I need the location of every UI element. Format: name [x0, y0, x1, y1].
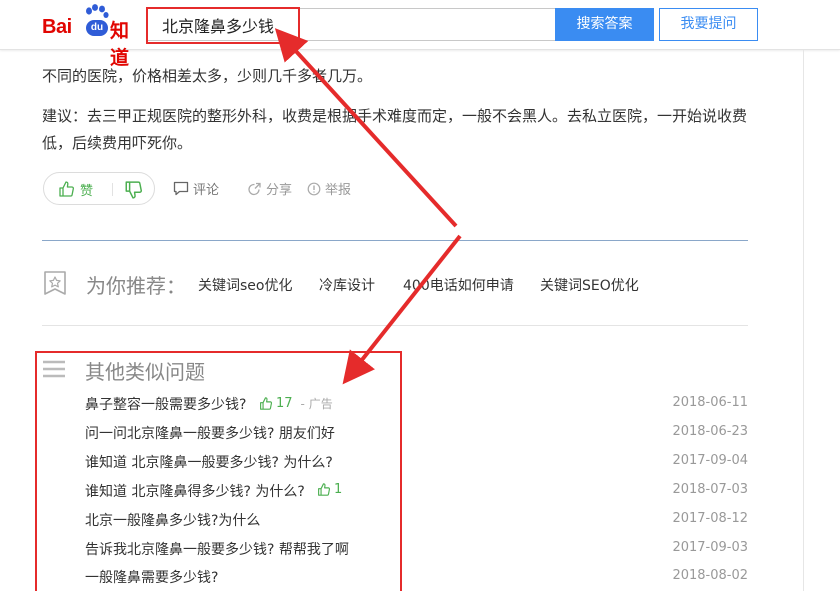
right-column-rule: [803, 50, 804, 591]
share-label: 分享: [266, 183, 293, 198]
question-date: 2018-06-11: [672, 395, 748, 410]
comment-icon: [173, 181, 189, 196]
question-date: 2018-07-03: [672, 482, 748, 497]
question-date: 2017-09-04: [672, 453, 748, 468]
report-label: 举报: [325, 183, 352, 198]
top-header: Bai du 知道 搜索答案 我要提问: [0, 0, 840, 69]
recommend-title: 为你推荐：: [86, 274, 186, 298]
ask-question-button[interactable]: 我要提问: [659, 8, 758, 41]
question-date: 2018-08-02: [672, 568, 748, 583]
logo-zhidao-text: 知道: [110, 20, 130, 69]
answer-paragraph-1: 不同的医院，价格相差太多，少则几千多者几万。: [42, 67, 373, 85]
recommend-link[interactable]: 关键词SEO优化: [540, 275, 639, 295]
recommend-link[interactable]: 关键词seo优化: [198, 275, 292, 295]
question-date: 2017-08-12: [672, 511, 748, 526]
thumbs-up-icon: [59, 181, 74, 197]
vote-pill: 赞: [43, 172, 155, 205]
report-button[interactable]: 举报: [307, 179, 351, 198]
like-label: 赞: [80, 183, 94, 199]
recommend-link[interactable]: 400电话如何申请: [403, 275, 514, 295]
share-icon: [248, 182, 261, 195]
search-answers-button[interactable]: 搜索答案: [555, 8, 654, 41]
answer-paragraph-2: 建议：去三甲正规医院的整形外科，收费是根据手术难度而定，一般不会黑人。去私立医院…: [42, 107, 748, 152]
similar-questions-annotation-box: [35, 351, 402, 591]
section-divider: [42, 240, 748, 241]
logo-bai-text: Bai: [42, 16, 72, 38]
share-button[interactable]: 分享: [248, 179, 292, 198]
section-divider-light: [42, 325, 748, 326]
comment-label: 评论: [193, 183, 220, 198]
search-annotation-box: [146, 7, 300, 44]
thumbs-down-icon[interactable]: [124, 181, 142, 199]
logo-du-badge: du: [86, 20, 108, 36]
recommend-star-icon: [44, 271, 66, 295]
recommend-link[interactable]: 冷库设计: [319, 275, 375, 295]
like-button[interactable]: 赞: [58, 180, 94, 199]
comment-button[interactable]: 评论: [173, 179, 219, 198]
page: Bai du 知道 搜索答案 我要提问 不同的医院，价格相差太多，少则几千多者几…: [0, 0, 840, 591]
question-date: 2018-06-23: [672, 424, 748, 439]
report-icon: [307, 182, 321, 195]
vote-separator: [112, 183, 113, 196]
baidu-zhidao-logo[interactable]: Bai du 知道: [42, 4, 142, 69]
question-date: 2017-09-03: [672, 540, 748, 555]
